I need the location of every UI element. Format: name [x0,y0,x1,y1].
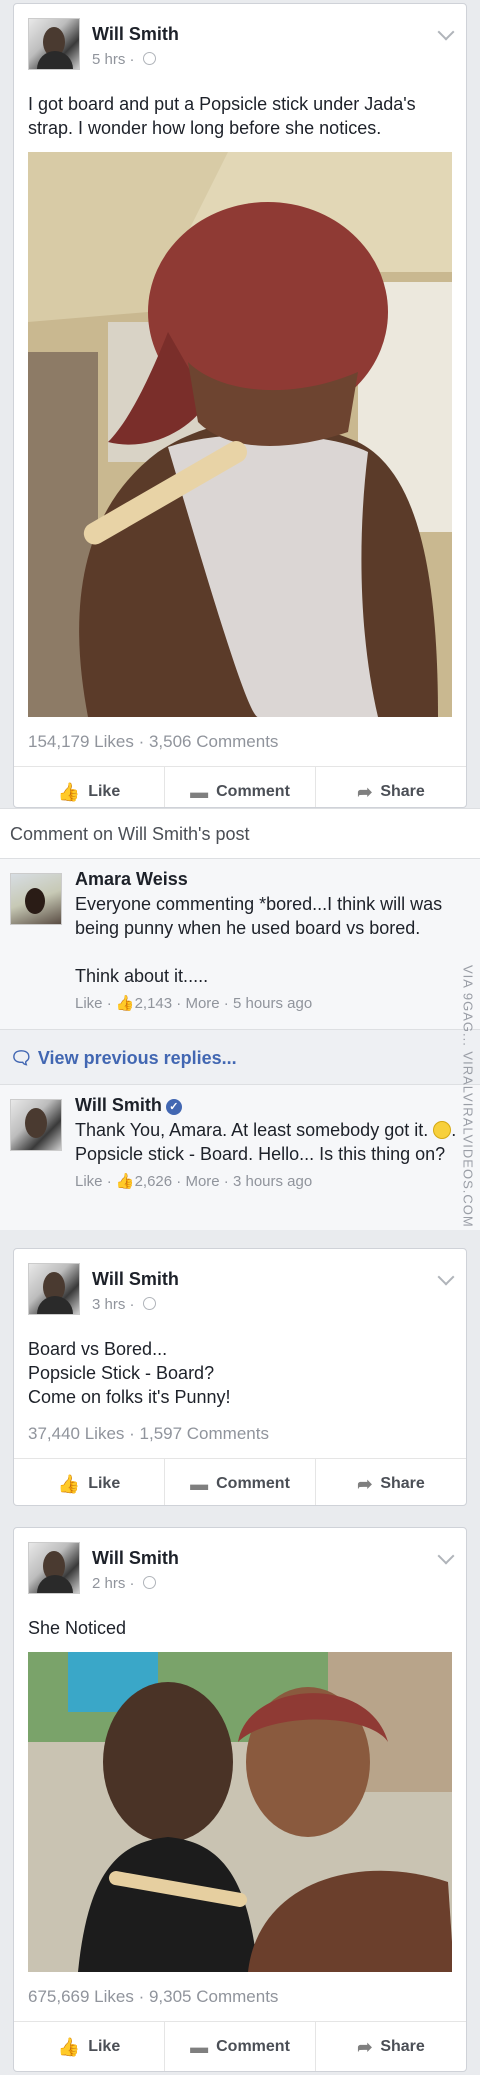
chevron-down-icon[interactable] [437,23,455,41]
globe-icon [142,1297,156,1310]
post-stats[interactable]: 154,179 Likes · 3,506 Comments [14,717,466,767]
thumbs-up-icon: 👍 [57,781,81,802]
comment-like-count[interactable]: 2,143 [135,995,173,1012]
speech-bubble-icon: ▬ [190,1473,209,1494]
share-arrow-icon: ➦ [357,781,373,802]
post-header: Will Smith 2 hrs · [14,1528,466,1596]
like-button[interactable]: 👍 Like [14,2022,165,2071]
comment-author[interactable]: Amara Weiss [75,869,470,890]
like-button[interactable]: 👍 Like [14,767,165,807]
post-timestamp[interactable]: 3 hrs [92,1296,125,1313]
comment-label: Comment [216,783,290,800]
like-button[interactable]: 👍 Like [14,1459,165,1505]
post-card-3: Will Smith 2 hrs · She Noticed 675,669 L… [13,1527,467,2072]
photo-will-and-jada-selfie [28,1652,452,1972]
post-author[interactable]: Will Smith [92,24,179,45]
comment-time: 3 hours ago [232,1173,313,1190]
comment-label: Comment [216,1475,290,1492]
comment-more-link[interactable]: More [185,995,219,1012]
post-card-1: Will Smith 5 hrs · I got board and put a… [13,3,467,808]
post-actions: 👍 Like ▬ Comment ➦ Share [14,767,466,807]
comment-meta: Like · 👍2,626 · More · 3 hours ago [75,1173,313,1190]
comment-like-link[interactable]: Like [75,995,103,1012]
comment-label: Comment [216,2038,290,2055]
share-button[interactable]: ➦ Share [316,2022,466,2071]
comment-button[interactable]: ▬ Comment [165,767,316,807]
post-header: Will Smith 5 hrs · [14,4,466,72]
avatar[interactable] [28,18,80,70]
post-card-2: Will Smith 3 hrs · Board vs Bored... Pop… [13,1248,467,1506]
post-stats[interactable]: 37,440 Likes · 1,597 Comments [14,1409,466,1459]
globe-icon [142,52,156,65]
post-time: 5 hrs · [92,51,156,68]
post-time: 2 hrs · [92,1575,156,1592]
thumbs-up-icon: 👍 [115,995,135,1012]
view-previous-replies[interactable]: 🗨 View previous replies... [0,1029,480,1085]
post-text: I got board and put a Popsicle stick und… [28,94,416,138]
share-label: Share [380,1475,425,1492]
photo-jada-popsicle-stick [28,152,452,717]
comment-section: Comment on Will Smith's post Amara Weiss… [0,808,480,1230]
globe-icon [142,1576,156,1589]
like-label: Like [88,783,121,800]
post-timestamp[interactable]: 2 hrs [92,1575,125,1592]
thumbs-up-icon: 👍 [57,2036,81,2057]
post-author[interactable]: Will Smith [92,1269,179,1290]
post-actions: 👍 Like ▬ Comment ➦ Share [14,1459,466,1505]
share-arrow-icon: ➦ [357,2036,373,2057]
avatar[interactable] [28,1542,80,1594]
comment-like-link[interactable]: Like [75,1173,103,1190]
post-text: She Noticed [28,1618,127,1638]
post-photo[interactable] [28,1652,452,1972]
avatar[interactable] [28,1263,80,1315]
like-label: Like [88,2038,121,2055]
post-photo[interactable] [28,152,452,717]
post-timestamp[interactable]: 5 hrs [92,51,125,68]
verified-badge-icon: ✓ [165,1099,182,1115]
comment-author-name: Will Smith [75,1095,162,1115]
post-time: 3 hrs · [92,1296,156,1313]
comment-time: 5 hours ago [232,995,313,1012]
comment-like-count[interactable]: 2,626 [135,1173,173,1190]
view-previous-label: View previous replies... [37,1048,237,1068]
post-actions: 👍 Like ▬ Comment ➦ Share [14,2022,466,2071]
comment-amara: Amara Weiss Everyone commenting *bored..… [0,859,480,1029]
avatar[interactable] [10,1099,62,1151]
share-button[interactable]: ➦ Share [316,767,466,807]
comment-section-header[interactable]: Comment on Will Smith's post [0,809,480,859]
thumbs-up-icon: 👍 [115,1173,135,1190]
speech-bubble-icon: ▬ [190,2036,209,2057]
comment-more-link[interactable]: More [185,1173,219,1190]
smile-emoji-icon [433,1121,452,1139]
watermark: VIA 9GAG... VIRALVIRALVIDEOS.COM [461,965,476,1228]
share-button[interactable]: ➦ Share [316,1459,466,1505]
speech-bubble-icon: ▬ [190,781,209,802]
comment-will-smith: Will Smith ✓ Thank You, Amara. At least s… [0,1085,480,1225]
comment-text: Thank You, Amara. At least somebody got … [75,1118,470,1166]
share-label: Share [380,2038,425,2055]
thumbs-up-icon: 👍 [57,1473,81,1494]
comment-meta: Like · 👍2,143 · More · 5 hours ago [75,995,313,1012]
share-arrow-icon: ➦ [357,1473,373,1494]
post-text: Board vs Bored... Popsicle Stick - Board… [28,1339,231,1407]
like-label: Like [88,1475,121,1492]
comment-text-part-1: Thank You, Amara. At least somebody got … [75,1120,434,1140]
avatar[interactable] [10,873,62,925]
post-header: Will Smith 3 hrs · [14,1249,466,1317]
chevron-down-icon[interactable] [437,1547,455,1565]
comment-text: Everyone commenting *bored...I think wil… [75,894,443,986]
comment-button[interactable]: ▬ Comment [165,2022,316,2071]
share-label: Share [380,783,425,800]
chevron-down-icon[interactable] [437,1268,455,1286]
post-author[interactable]: Will Smith [92,1548,179,1569]
speech-bubble-icon: 🗨 [10,1048,33,1068]
comment-button[interactable]: ▬ Comment [165,1459,316,1505]
post-stats[interactable]: 675,669 Likes · 9,305 Comments [14,1972,466,2022]
comment-author[interactable]: Will Smith ✓ [75,1095,470,1116]
